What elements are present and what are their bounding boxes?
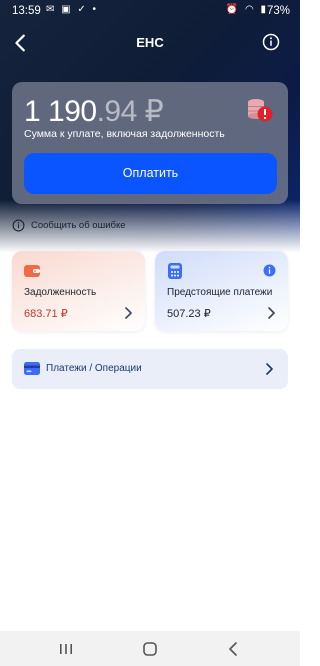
payments-operations-label: Платежи / Операции (46, 363, 142, 374)
info-icon[interactable] (262, 33, 280, 51)
debt-tile[interactable]: Задолженность 683.71 ₽ (12, 251, 145, 331)
home-icon[interactable] (141, 640, 159, 658)
balance-amount: 1 190.94 ₽ (24, 94, 164, 129)
page-title: ЕНС (136, 35, 164, 50)
upcoming-label: Предстоящие платежи (167, 287, 273, 298)
info-icon[interactable] (263, 264, 276, 277)
debt-value: 683.71 ₽ (24, 308, 68, 320)
chevron-right-icon (268, 307, 275, 319)
info-icon (12, 219, 25, 232)
balance-amount-main: 1 190 (24, 95, 97, 128)
system-navigation-bar (0, 631, 300, 666)
payments-operations-row[interactable]: Платежи / Операции (12, 349, 288, 389)
balance-caption: Сумма к уплате, включая задолженность (24, 128, 225, 140)
back-icon[interactable] (225, 640, 243, 658)
system-icons: ⏰ ◠ ▮ (225, 4, 268, 15)
recent-apps-icon[interactable] (57, 640, 75, 658)
wallet-icon (24, 265, 40, 277)
upcoming-value: 507.23 ₽ (167, 308, 211, 320)
report-error-label: Сообщить об ошибке (31, 220, 126, 231)
balance-card: 1 190.94 ₽ Сумма к уплате, включая задол… (12, 82, 288, 204)
chevron-right-icon (266, 363, 273, 375)
calculator-icon (168, 263, 182, 279)
status-bar: 13:59 ✉ ▣ ✓ • ⏰ ◠ ▮ 73% (0, 0, 300, 22)
status-time: 13:59 (12, 5, 41, 17)
chevron-right-icon (125, 307, 132, 319)
notification-icons: ✉ ▣ ✓ • (46, 4, 99, 15)
debt-label: Задолженность (24, 287, 97, 298)
coins-alert-icon (248, 99, 273, 122)
top-app-bar: ЕНС (0, 26, 300, 60)
pay-button[interactable]: Оплатить (24, 153, 277, 194)
balance-amount-decimal: .94 ₽ (96, 95, 164, 128)
card-icon (24, 362, 40, 375)
battery-percentage: 73% (266, 5, 290, 17)
upcoming-payments-tile[interactable]: Предстоящие платежи 507.23 ₽ (155, 251, 288, 331)
